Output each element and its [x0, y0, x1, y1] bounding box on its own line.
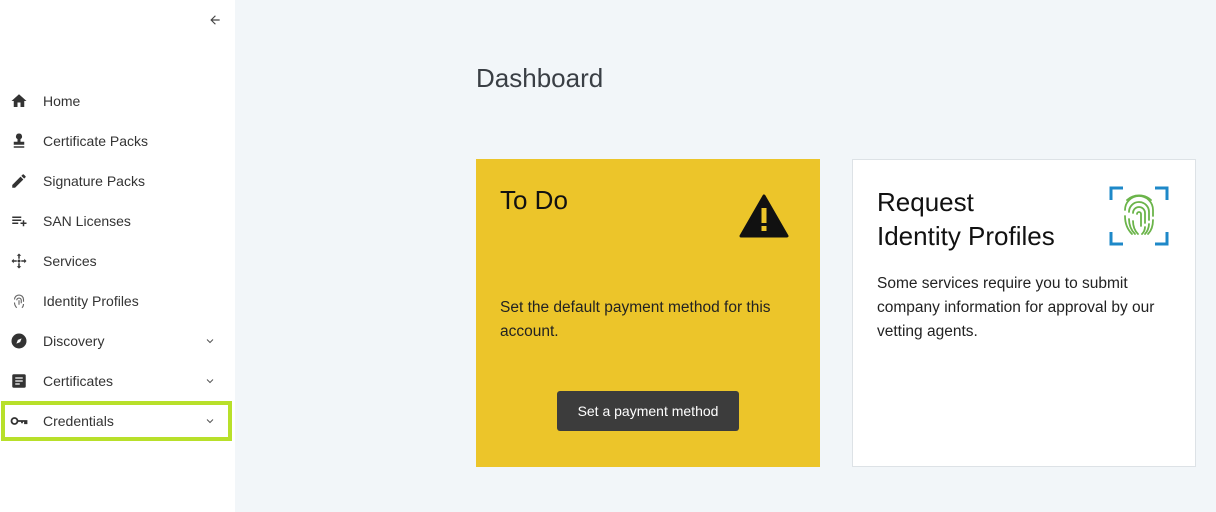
- sidebar-item-discovery[interactable]: Discovery: [0, 321, 235, 361]
- sidebar-item-home[interactable]: Home: [0, 81, 235, 121]
- stamp-icon: [10, 132, 28, 150]
- chevron-down-icon[interactable]: [203, 374, 217, 388]
- chevron-down-icon[interactable]: [203, 334, 217, 348]
- fingerprint-scan-icon: [1109, 186, 1169, 246]
- sidebar: Home Certificate Packs Signature Packs S…: [0, 0, 235, 512]
- move-icon: [10, 252, 28, 270]
- set-payment-method-button[interactable]: Set a payment method: [557, 391, 739, 431]
- sidebar-item-label: Home: [43, 93, 81, 109]
- compass-icon: [10, 332, 28, 350]
- collapse-sidebar-button[interactable]: [205, 10, 225, 30]
- todo-card-text: Set the default payment method for this …: [500, 299, 771, 340]
- warning-icon: [739, 194, 789, 238]
- arrow-left-icon: [210, 15, 220, 25]
- sidebar-item-san-licenses[interactable]: SAN Licenses: [0, 201, 235, 241]
- sidebar-item-label: Credentials: [43, 413, 114, 429]
- sidebar-item-label: Discovery: [43, 333, 105, 349]
- sidebar-item-credentials[interactable]: Credentials: [1, 401, 232, 441]
- sidebar-item-label: SAN Licenses: [43, 213, 131, 229]
- sidebar-item-label: Identity Profiles: [43, 293, 139, 309]
- chevron-down-icon[interactable]: [203, 414, 217, 428]
- home-icon: [10, 92, 28, 110]
- page-title: Dashboard: [476, 63, 604, 93]
- sidebar-item-label: Services: [43, 253, 97, 269]
- todo-card: To Do Set the default payment method for…: [476, 159, 820, 467]
- document-icon: [10, 372, 28, 390]
- todo-card-title: To Do: [500, 185, 568, 215]
- sidebar-item-label: Certificates: [43, 373, 114, 389]
- sidebar-item-label: Signature Packs: [43, 173, 145, 189]
- pen-icon: [10, 172, 28, 190]
- sidebar-item-identity-profiles[interactable]: Identity Profiles: [0, 281, 235, 321]
- sidebar-item-certificate-packs[interactable]: Certificate Packs: [0, 121, 235, 161]
- identity-card-title-line2: Identity Profiles: [877, 221, 1055, 251]
- sidebar-item-signature-packs[interactable]: Signature Packs: [0, 161, 235, 201]
- playlist-add-icon: [10, 212, 28, 230]
- key-icon: [10, 412, 28, 430]
- fingerprint-icon: [10, 292, 28, 310]
- identity-card-title-line1: Request: [877, 187, 974, 217]
- sidebar-item-label: Certificate Packs: [43, 133, 149, 149]
- identity-profiles-card[interactable]: Request Identity Profiles Some services …: [852, 159, 1196, 467]
- sidebar-item-services[interactable]: Services: [0, 241, 235, 281]
- sidebar-item-certificates[interactable]: Certificates: [0, 361, 235, 401]
- identity-card-text: Some services require you to submit comp…: [877, 275, 1155, 340]
- identity-card-title: Request Identity Profiles: [877, 185, 1097, 253]
